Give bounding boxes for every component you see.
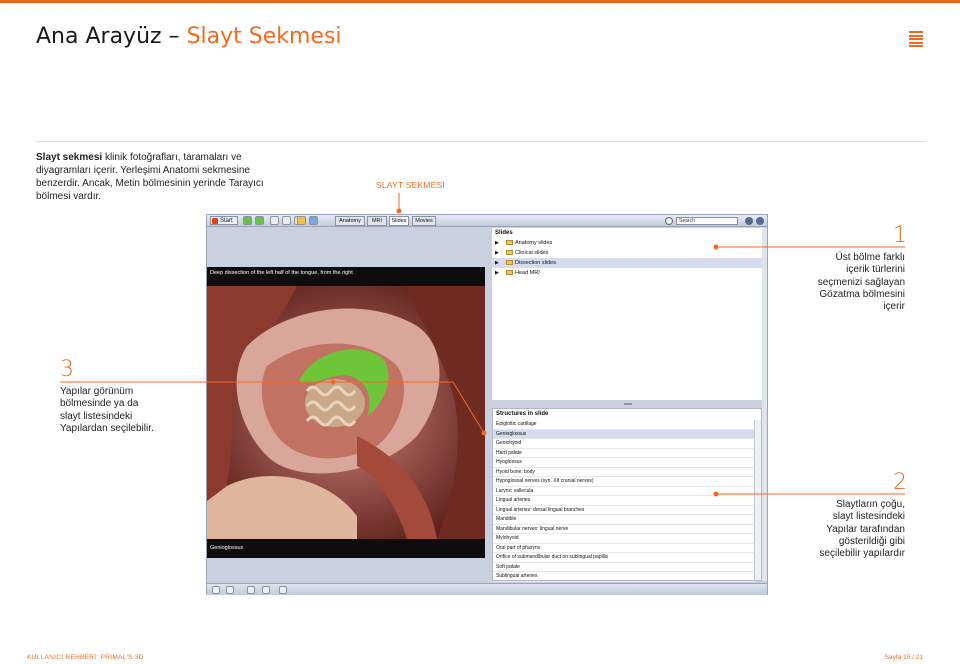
structures-list: Epiglottic cartilage Genioglossus Geniohyo… <box>493 420 755 582</box>
menu-icon[interactable] <box>909 31 923 47</box>
structure-list-item[interactable]: Hyoglossus <box>493 458 755 468</box>
structure-list-item[interactable]: Hypoglossal nerves (syn. XII cranial ner… <box>493 477 755 487</box>
callout-number-1: 1 <box>893 223 907 248</box>
structure-list-item[interactable]: Geniohyoid <box>493 439 755 449</box>
structure-list-item[interactable]: Lingual arteries: dorsal lingual branche… <box>493 506 755 515</box>
forward-arrow-icon[interactable] <box>255 216 264 225</box>
structure-list-item[interactable]: Soft palate <box>493 563 755 572</box>
image-view-pane[interactable]: Deep dissection of the left half of the … <box>207 228 485 581</box>
window-scrollbar[interactable] <box>762 228 767 581</box>
page-title-accent: Slayt Sekmesi <box>186 24 342 49</box>
footer-page-number: Sayfa 15 / 21 <box>884 654 923 661</box>
tree-item-anatomy-slides[interactable]: ▶ Anatomy slides <box>492 238 762 248</box>
tab-movies[interactable]: Movies <box>412 216 436 226</box>
help-icon[interactable] <box>745 217 753 225</box>
mail-icon[interactable] <box>262 586 270 594</box>
app-window: Start Anatomy MRI Slides Movies Search D… <box>206 214 768 595</box>
info-icon[interactable] <box>247 586 255 594</box>
callout-text-1: Üst bölme farklı içerik türlerini seçmen… <box>817 252 905 313</box>
copy-icon[interactable] <box>270 216 279 225</box>
expand-arrow-icon[interactable]: ▶ <box>495 268 499 278</box>
search-input[interactable]: Search <box>676 217 738 225</box>
dissection-photo[interactable] <box>207 286 485 539</box>
web-icon[interactable] <box>309 216 318 225</box>
settings-icon[interactable] <box>756 217 764 225</box>
structures-panel: Structures in slide Epiglottic cartilage… <box>492 408 762 582</box>
image-title: Deep dissection of the left half of the … <box>207 267 485 286</box>
expand-arrow-icon[interactable]: ▶ <box>495 238 499 248</box>
structure-list-item[interactable]: Genioglossus <box>493 429 755 439</box>
structure-list-item[interactable]: Sublingual arteries <box>493 572 755 582</box>
expand-arrow-icon[interactable]: ▶ <box>495 248 499 258</box>
structure-list-item[interactable]: Hyoid bone: body <box>493 468 755 477</box>
app-bottom-toolbar <box>207 583 767 595</box>
callout-text-2: Slaytların çoğu, slayt listesindeki Yapı… <box>819 499 905 560</box>
structure-list-item[interactable]: Larynx: vallecula <box>493 487 755 496</box>
page-title-main: Ana Arayüz – <box>36 24 180 49</box>
tab-slides[interactable]: Slides <box>389 216 409 226</box>
intro-bold: Slayt sekmesi <box>36 152 103 163</box>
tab-mri[interactable]: MRI <box>367 216 387 226</box>
folder-icon[interactable] <box>297 216 306 225</box>
document-icon[interactable] <box>282 216 291 225</box>
save-icon[interactable] <box>226 586 234 594</box>
callout-number-3: 3 <box>60 357 74 382</box>
footer-guide-title: KULLANICI REHBERİ: PRIMAL'S 3D <box>27 654 144 661</box>
app-toolbar: Start Anatomy MRI Slides Movies Search <box>207 215 767 227</box>
structure-list-item[interactable]: Mandibular nerves: lingual nerve <box>493 525 755 534</box>
structure-list-item[interactable]: Lingual arteries <box>493 496 755 506</box>
folder-icon <box>506 250 513 256</box>
page-title: Ana Arayüz – Slayt Sekmesi <box>36 24 342 49</box>
tree-item-clinical-slides[interactable]: ▶ Clinical slides <box>492 248 762 258</box>
help-icon[interactable] <box>279 586 287 594</box>
structure-list-item[interactable]: Mandible <box>493 515 755 525</box>
folder-icon <box>506 270 513 276</box>
search-icon[interactable] <box>665 217 673 225</box>
top-accent-bar <box>0 0 960 3</box>
structure-list-item[interactable]: Orifice of submandibular duct on subling… <box>493 553 755 563</box>
expand-arrow-icon[interactable]: ▶ <box>495 258 499 268</box>
tab-anatomy[interactable]: Anatomy <box>335 216 365 226</box>
slides-header: Slides <box>495 230 513 236</box>
slide-tab-label: SLAYT SEKMESİ <box>376 180 445 190</box>
tree-item-head-mri[interactable]: ▶ Head MRI <box>492 268 762 278</box>
folder-icon <box>506 240 513 246</box>
slides-browser-panel: Slides ▶ Anatomy slides ▶ Clinical slides … <box>492 228 762 400</box>
tree-item-dissection-slides[interactable]: ▶ Dissection slides <box>492 258 762 268</box>
structure-list-item[interactable]: Epiglottic cartilage <box>493 420 755 430</box>
selected-structure-caption: Genioglossus <box>207 539 485 558</box>
horizontal-splitter[interactable] <box>492 400 762 408</box>
structure-list-item[interactable]: Oral part of pharynx <box>493 544 755 553</box>
intro-text: Slayt sekmesi klinik fotoğrafları, taram… <box>36 151 276 203</box>
back-arrow-icon[interactable] <box>243 216 252 225</box>
callout-text-3: Yapılar görünüm bölmesinde ya da slayt l… <box>60 386 154 434</box>
folder-icon <box>506 260 513 266</box>
dissection-photo-art <box>207 286 485 539</box>
header-divider <box>36 141 925 142</box>
callout-number-2: 2 <box>893 470 907 495</box>
structure-list-item[interactable]: Hard palate <box>493 449 755 458</box>
structure-list-item[interactable]: Mylohyoid <box>493 534 755 544</box>
start-button[interactable]: Start <box>210 216 238 225</box>
structures-scrollbar[interactable] <box>754 420 761 580</box>
structures-header: Structures in slide <box>496 411 549 417</box>
print-icon[interactable] <box>212 586 220 594</box>
